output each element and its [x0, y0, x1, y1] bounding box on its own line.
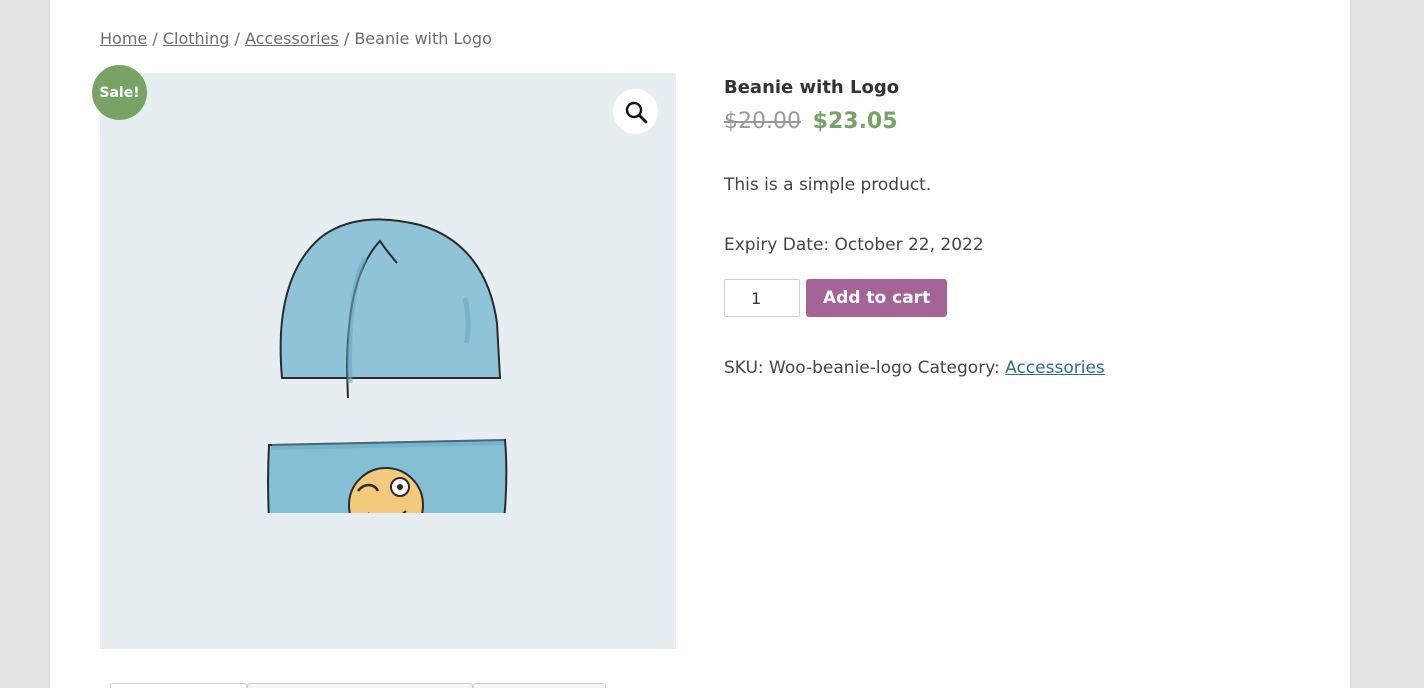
breadcrumb-accessories-link[interactable]: Accessories: [245, 29, 339, 48]
product-image-gallery[interactable]: [100, 73, 676, 649]
breadcrumb-home-link[interactable]: Home: [100, 29, 147, 48]
sku-and-category-label: SKU: Woo-beanie-logo Category:: [724, 358, 1006, 378]
product-title: Beanie with Logo: [724, 77, 900, 98]
breadcrumb-clothing-link[interactable]: Clothing: [163, 29, 230, 48]
price: $20.00 $23.05: [724, 108, 1284, 136]
tab-reviews[interactable]: [473, 683, 606, 688]
breadcrumb-separator: /: [152, 29, 158, 48]
product-short-description: This is a simple product.: [724, 175, 932, 195]
add-to-cart-button[interactable]: Add to cart: [806, 279, 948, 317]
tab-additional-information[interactable]: [247, 683, 473, 688]
breadcrumb-separator: /: [343, 29, 350, 48]
breadcrumb: Home / Clothing / Accessories / Beanie w…: [100, 29, 492, 48]
product-tabs: [110, 683, 606, 688]
magnifier-icon: [625, 101, 647, 123]
beanie-product-image: [267, 218, 508, 513]
price-sale: $23.05: [812, 109, 898, 134]
product-summary: Beanie with Logo $20.00 $23.05 This is a…: [724, 76, 1284, 379]
zoom-button[interactable]: [613, 89, 658, 134]
price-regular: $20.00: [724, 109, 801, 134]
breadcrumb-current: Beanie with Logo: [354, 29, 492, 48]
expiry-date: Expiry Date: October 22, 2022: [724, 235, 984, 255]
sale-badge: Sale!: [92, 65, 147, 120]
category-link-accessories[interactable]: Accessories: [1005, 358, 1105, 378]
page-content: Home / Clothing / Accessories / Beanie w…: [50, 0, 1350, 688]
product-meta: SKU: Woo-beanie-logo Category: Accessori…: [724, 357, 1284, 379]
quantity-input[interactable]: [724, 279, 800, 317]
add-to-cart-form: Add to cart: [724, 279, 1284, 317]
breadcrumb-separator: /: [234, 29, 240, 48]
tab-description[interactable]: [110, 683, 247, 688]
